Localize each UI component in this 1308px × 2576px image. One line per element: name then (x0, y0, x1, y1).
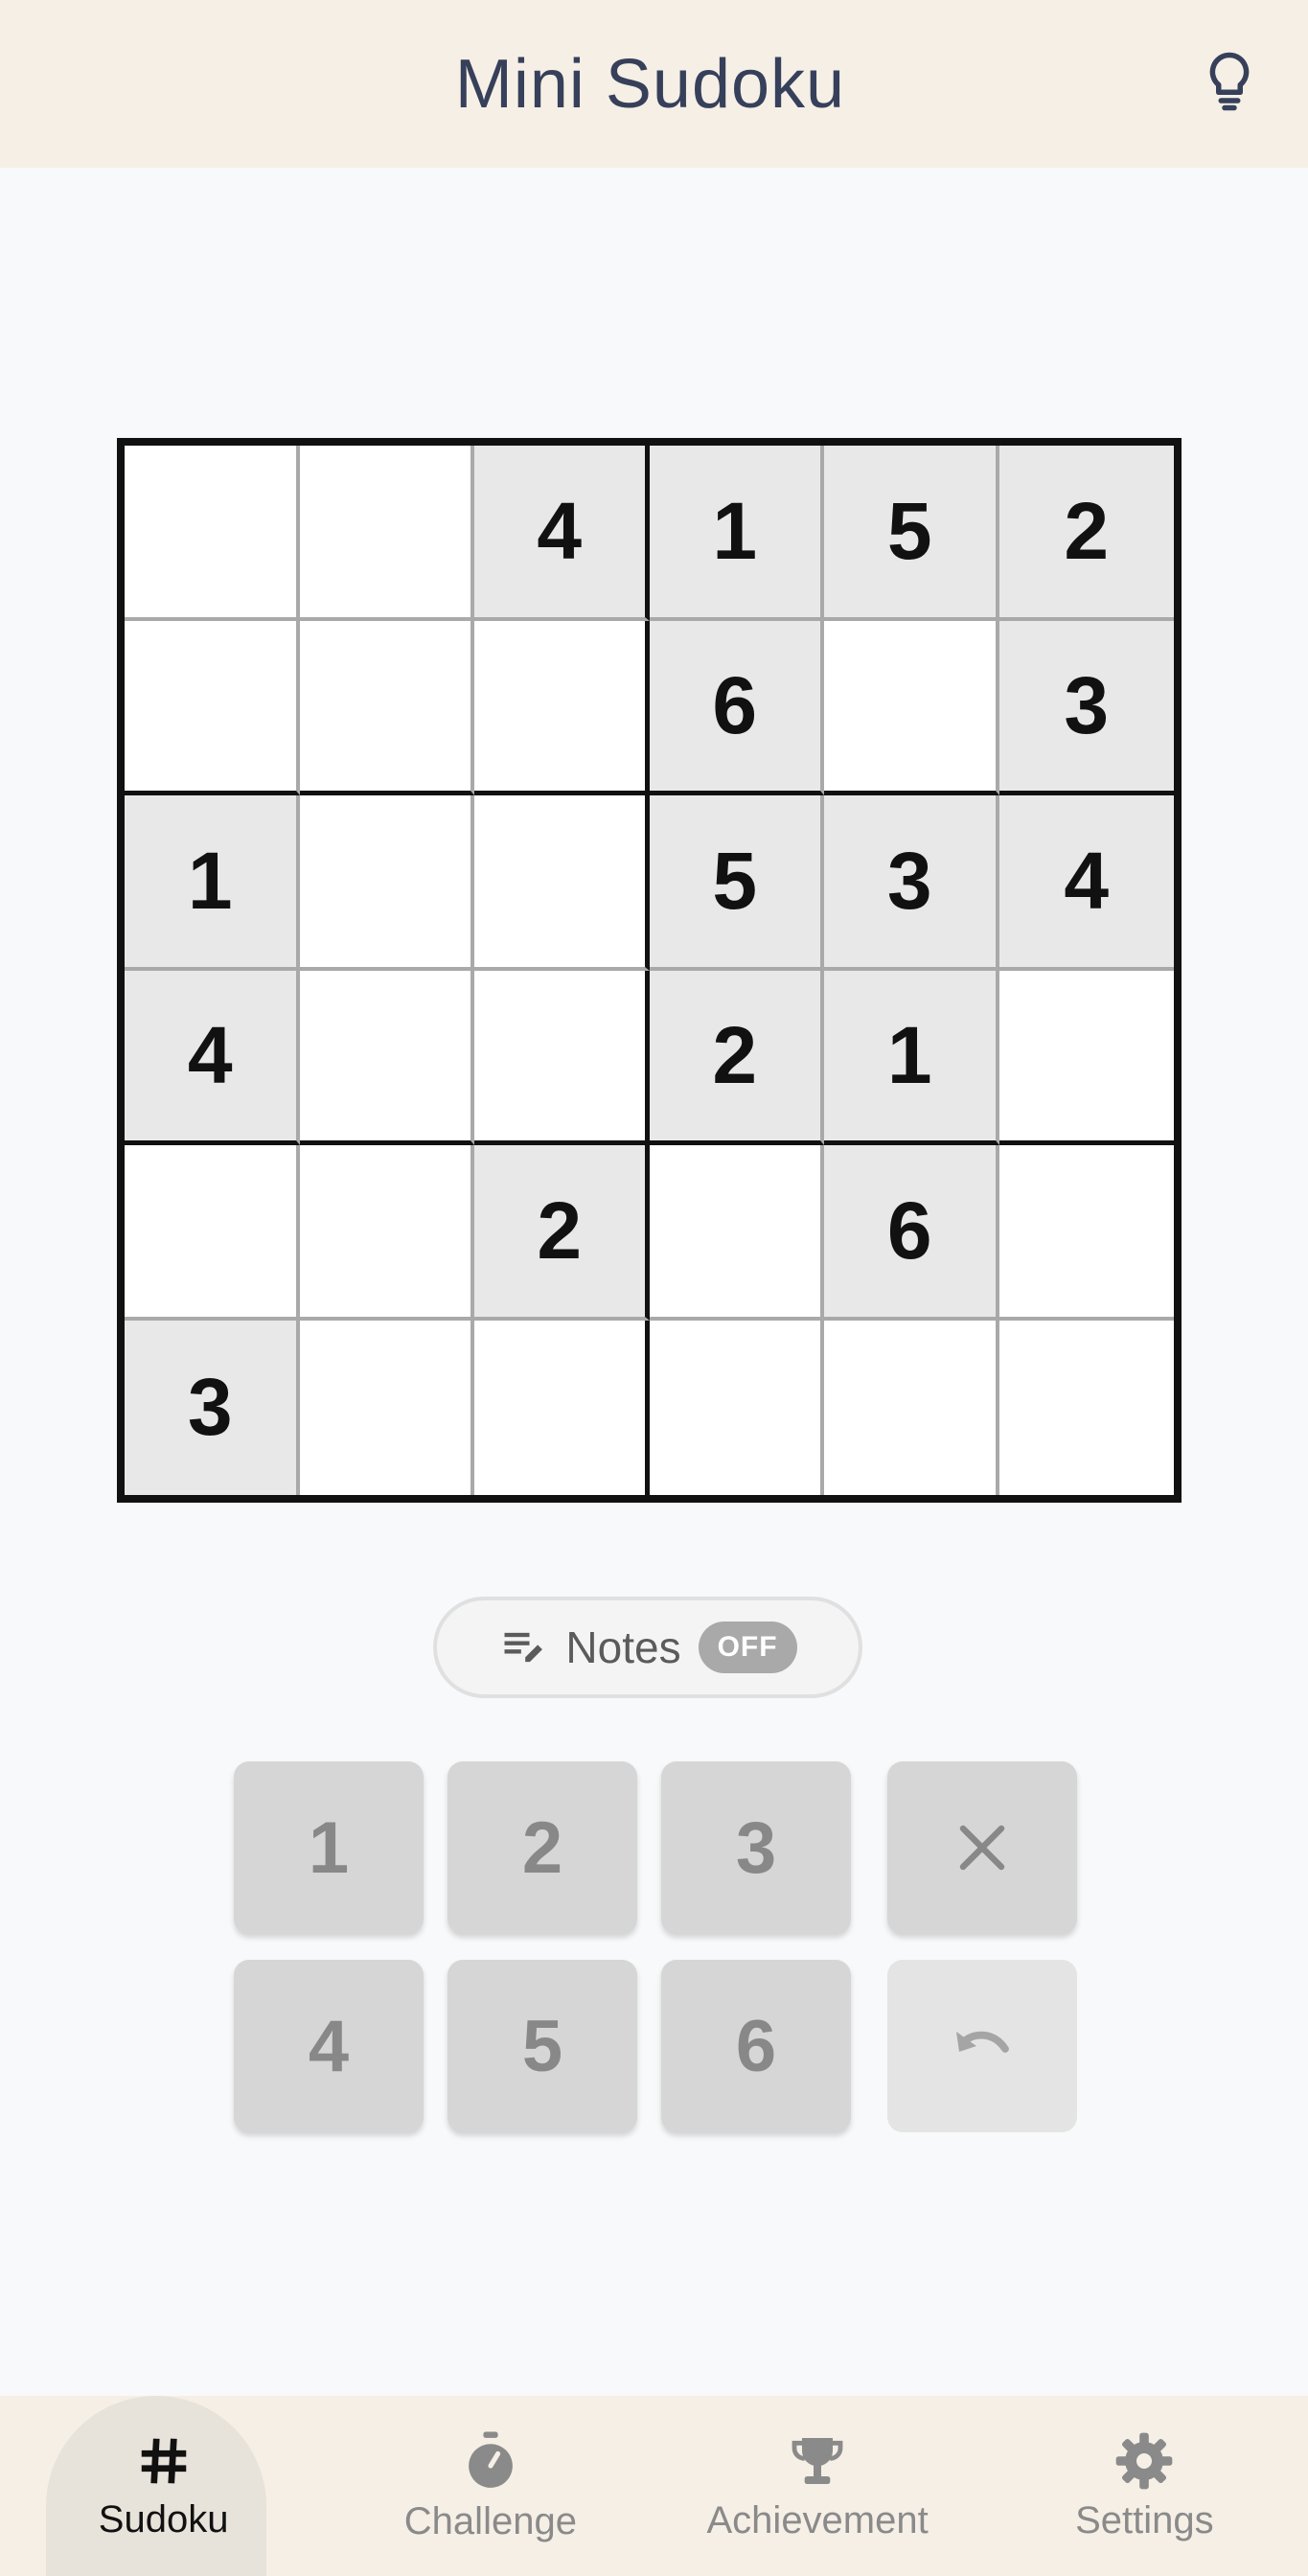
sudoku-cell-r6c3[interactable] (474, 1320, 650, 1495)
key-3[interactable]: 3 (661, 1761, 851, 1934)
sudoku-cell-r6c2[interactable] (299, 1320, 474, 1495)
sudoku-cell-r5c3[interactable]: 2 (474, 1145, 650, 1321)
sudoku-cell-r4c1[interactable]: 4 (125, 970, 300, 1145)
sudoku-cell-r3c3[interactable] (474, 795, 650, 971)
key-5[interactable]: 5 (447, 1960, 637, 2132)
sudoku-cell-r3c2[interactable] (299, 795, 474, 971)
key-6[interactable]: 6 (661, 1960, 851, 2132)
sudoku-cell-r2c1[interactable] (125, 620, 300, 795)
sudoku-cell-r5c6[interactable] (998, 1145, 1174, 1321)
nav-label-challenge: Challenge (403, 2499, 577, 2542)
sudoku-cell-r6c1[interactable]: 3 (125, 1320, 300, 1495)
sudoku-cell-r5c2[interactable] (299, 1145, 474, 1321)
sudoku-cell-r3c5[interactable]: 3 (824, 795, 999, 971)
sudoku-cell-r1c4[interactable]: 1 (649, 446, 824, 621)
app-header: Mini Sudoku (0, 0, 1308, 168)
key-4[interactable]: 4 (234, 1960, 424, 2132)
gear-icon (1116, 2432, 1173, 2489)
sudoku-cell-r2c4[interactable]: 6 (649, 620, 824, 795)
notes-state-badge: OFF (698, 1622, 797, 1673)
trophy-icon (792, 2437, 843, 2484)
sudoku-cell-r4c2[interactable] (299, 970, 474, 1145)
edit-note-icon (504, 1632, 543, 1663)
notes-toggle[interactable]: Notes OFF (433, 1597, 862, 1698)
sudoku-cell-r1c5[interactable]: 5 (824, 446, 999, 621)
nav-label-settings: Settings (1075, 2498, 1214, 2542)
sudoku-cell-r6c4[interactable] (649, 1320, 824, 1495)
sudoku-cell-r4c4[interactable]: 2 (649, 970, 824, 1145)
lightbulb-icon (1209, 52, 1250, 111)
app: Mini Sudoku 4152631534421263 Notes OFF 1… (0, 0, 1308, 2576)
sudoku-cell-r1c3[interactable]: 4 (474, 446, 650, 621)
sudoku-cell-r6c5[interactable] (824, 1320, 999, 1495)
close-icon (959, 1825, 1005, 1871)
sudoku-board: 4152631534421263 (117, 438, 1182, 1503)
sudoku-cell-r1c1[interactable] (125, 446, 300, 621)
key-1[interactable]: 1 (234, 1761, 424, 1934)
nav-label-achievement: Achievement (706, 2498, 929, 2542)
bottom-navigation: Sudoku Challenge Achievement Settings (0, 2396, 1308, 2576)
undo-icon (956, 2031, 1009, 2053)
sudoku-cell-r5c5[interactable]: 6 (824, 1145, 999, 1321)
nav-label-sudoku: Sudoku (98, 2497, 229, 2541)
sudoku-cell-r3c1[interactable]: 1 (125, 795, 300, 971)
hint-button[interactable] (1191, 43, 1268, 120)
sudoku-cell-r1c2[interactable] (299, 446, 474, 621)
sudoku-cell-r3c4[interactable]: 5 (649, 795, 824, 971)
sudoku-cell-r1c6[interactable]: 2 (998, 446, 1174, 621)
erase-button[interactable] (887, 1761, 1077, 1934)
sudoku-cell-r6c6[interactable] (998, 1320, 1174, 1495)
key-2[interactable]: 2 (447, 1761, 637, 1934)
sudoku-cell-r5c4[interactable] (649, 1145, 824, 1321)
notes-label: Notes (565, 1622, 681, 1672)
nav-item-challenge[interactable]: Challenge (327, 2396, 654, 2576)
sudoku-cell-r2c2[interactable] (299, 620, 474, 795)
page-title: Mini Sudoku (454, 45, 846, 123)
sudoku-cell-r2c5[interactable] (824, 620, 999, 795)
nav-item-achievement[interactable]: Achievement (654, 2396, 981, 2576)
sudoku-cell-r5c1[interactable] (125, 1145, 300, 1321)
sudoku-cell-r4c6[interactable] (998, 970, 1174, 1145)
sudoku-cell-r2c3[interactable] (474, 620, 650, 795)
stopwatch-icon (469, 2431, 513, 2488)
sudoku-cell-r4c5[interactable]: 1 (824, 970, 999, 1145)
hash-icon (141, 2438, 186, 2483)
sudoku-cell-r4c3[interactable] (474, 970, 650, 1145)
nav-item-sudoku[interactable]: Sudoku (0, 2396, 327, 2576)
undo-button[interactable] (887, 1960, 1077, 2132)
sudoku-cell-r3c6[interactable]: 4 (998, 795, 1174, 971)
nav-item-settings[interactable]: Settings (981, 2396, 1308, 2576)
sudoku-cell-r2c6[interactable]: 3 (998, 620, 1174, 795)
